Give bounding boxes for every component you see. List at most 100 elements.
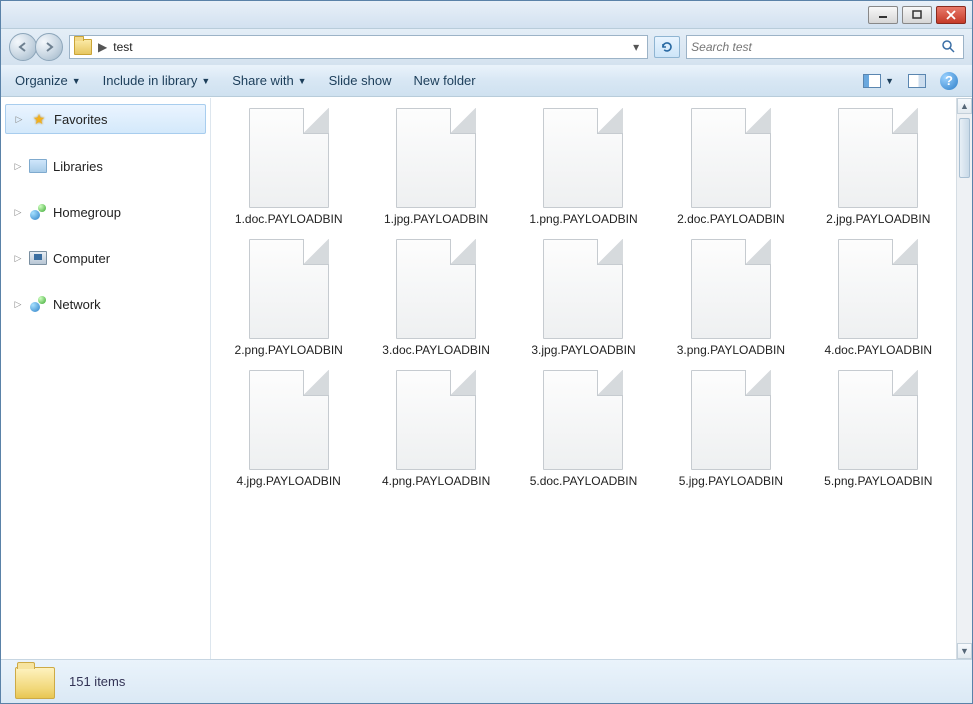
- file-item[interactable]: 3.doc.PAYLOADBIN: [364, 239, 507, 358]
- expand-icon[interactable]: ▷: [14, 114, 24, 125]
- file-name: 5.doc.PAYLOADBIN: [530, 474, 638, 489]
- item-count: 151 items: [69, 674, 125, 689]
- share-with-button[interactable]: Share with ▼: [232, 73, 306, 88]
- address-bar[interactable]: ▶ test ▾: [69, 35, 648, 59]
- file-item[interactable]: 4.png.PAYLOADBIN: [364, 370, 507, 489]
- organize-label: Organize: [15, 73, 68, 88]
- file-icon: [691, 108, 771, 208]
- scroll-thumb[interactable]: [959, 118, 970, 178]
- file-icon: [543, 370, 623, 470]
- content-pane: 1.doc.PAYLOADBIN 1.jpg.PAYLOADBIN 1.png.PA…: [211, 98, 972, 659]
- scroll-up-button[interactable]: ▲: [957, 98, 972, 114]
- search-input[interactable]: [691, 40, 931, 54]
- file-item[interactable]: 5.png.PAYLOADBIN: [807, 370, 950, 489]
- refresh-button[interactable]: [654, 36, 680, 58]
- main-area: ▷ ★ Favorites ▷ Libraries ▷ Homegroup ▷ Computer…: [1, 97, 972, 659]
- newfolder-label: New folder: [413, 73, 475, 88]
- nav-item-label: Favorites: [54, 112, 107, 127]
- view-icon: [863, 74, 881, 88]
- nav-item-libraries[interactable]: ▷ Libraries: [1, 152, 210, 180]
- file-item[interactable]: 1.jpg.PAYLOADBIN: [364, 108, 507, 227]
- file-item[interactable]: 2.png.PAYLOADBIN: [217, 239, 360, 358]
- file-icon: [691, 239, 771, 339]
- file-item[interactable]: 5.doc.PAYLOADBIN: [512, 370, 655, 489]
- expand-icon[interactable]: ▷: [13, 161, 23, 172]
- file-icon: [249, 108, 329, 208]
- expand-icon[interactable]: ▷: [13, 253, 23, 264]
- file-name: 3.png.PAYLOADBIN: [677, 343, 785, 358]
- file-item[interactable]: 1.doc.PAYLOADBIN: [217, 108, 360, 227]
- breadcrumb-folder[interactable]: test: [113, 40, 132, 54]
- file-name: 2.png.PAYLOADBIN: [235, 343, 343, 358]
- nav-item-favorites[interactable]: ▷ ★ Favorites: [5, 104, 206, 134]
- file-item[interactable]: 1.png.PAYLOADBIN: [512, 108, 655, 227]
- file-grid: 1.doc.PAYLOADBIN 1.jpg.PAYLOADBIN 1.png.PA…: [211, 98, 956, 499]
- file-icon: [838, 108, 918, 208]
- file-name: 3.doc.PAYLOADBIN: [382, 343, 490, 358]
- chevron-down-icon: ▼: [72, 76, 81, 86]
- file-name: 4.jpg.PAYLOADBIN: [237, 474, 341, 489]
- toolbar: Organize ▼ Include in library ▼ Share wi…: [1, 65, 972, 97]
- file-item[interactable]: 4.jpg.PAYLOADBIN: [217, 370, 360, 489]
- file-name: 5.jpg.PAYLOADBIN: [679, 474, 783, 489]
- help-button[interactable]: ?: [940, 72, 958, 90]
- nav-item-label: Network: [53, 297, 101, 312]
- file-item[interactable]: 2.doc.PAYLOADBIN: [659, 108, 802, 227]
- expand-icon[interactable]: ▷: [13, 207, 23, 218]
- file-name: 5.png.PAYLOADBIN: [824, 474, 932, 489]
- file-icon: [249, 239, 329, 339]
- network-icon: [29, 296, 47, 312]
- file-item[interactable]: 3.png.PAYLOADBIN: [659, 239, 802, 358]
- file-item[interactable]: 2.jpg.PAYLOADBIN: [807, 108, 950, 227]
- file-item[interactable]: 4.doc.PAYLOADBIN: [807, 239, 950, 358]
- slideshow-button[interactable]: Slide show: [329, 73, 392, 88]
- scroll-track[interactable]: [957, 114, 972, 643]
- chevron-down-icon: ▼: [885, 76, 894, 86]
- preview-pane-button[interactable]: [908, 74, 926, 88]
- organize-button[interactable]: Organize ▼: [15, 73, 81, 88]
- nav-item-computer[interactable]: ▷ Computer: [1, 244, 210, 272]
- file-icon: [396, 370, 476, 470]
- homegroup-icon: [29, 204, 47, 220]
- nav-item-label: Computer: [53, 251, 110, 266]
- close-button[interactable]: [936, 6, 966, 24]
- vertical-scrollbar[interactable]: ▲ ▼: [956, 98, 972, 659]
- back-button[interactable]: [9, 33, 37, 61]
- folder-icon: [15, 665, 55, 699]
- search-box[interactable]: [686, 35, 964, 59]
- address-row: ▶ test ▾: [1, 29, 972, 65]
- expand-icon[interactable]: ▷: [13, 299, 23, 310]
- nav-item-label: Libraries: [53, 159, 103, 174]
- search-icon[interactable]: [937, 39, 959, 56]
- new-folder-button[interactable]: New folder: [413, 73, 475, 88]
- status-bar: 151 items: [1, 659, 972, 703]
- file-icon: [543, 108, 623, 208]
- forward-button[interactable]: [35, 33, 63, 61]
- minimize-button[interactable]: [868, 6, 898, 24]
- breadcrumb-separator-icon: ▶: [98, 40, 107, 54]
- computer-icon: [29, 250, 47, 266]
- nav-item-homegroup[interactable]: ▷ Homegroup: [1, 198, 210, 226]
- chevron-down-icon: ▼: [201, 76, 210, 86]
- nav-item-network[interactable]: ▷ Network: [1, 290, 210, 318]
- maximize-button[interactable]: [902, 6, 932, 24]
- folder-icon: [74, 39, 92, 55]
- file-icon: [691, 370, 771, 470]
- nav-item-label: Homegroup: [53, 205, 121, 220]
- file-name: 1.png.PAYLOADBIN: [529, 212, 637, 227]
- file-name: 2.jpg.PAYLOADBIN: [826, 212, 930, 227]
- file-name: 3.jpg.PAYLOADBIN: [531, 343, 635, 358]
- address-drop-icon[interactable]: ▾: [629, 40, 643, 54]
- view-button[interactable]: ▼: [863, 74, 894, 88]
- file-name: 4.doc.PAYLOADBIN: [824, 343, 932, 358]
- file-icon: [396, 239, 476, 339]
- file-item[interactable]: 3.jpg.PAYLOADBIN: [512, 239, 655, 358]
- share-label: Share with: [232, 73, 293, 88]
- file-icon: [838, 370, 918, 470]
- file-item[interactable]: 5.jpg.PAYLOADBIN: [659, 370, 802, 489]
- star-icon: ★: [30, 111, 48, 127]
- scroll-down-button[interactable]: ▼: [957, 643, 972, 659]
- file-name: 4.png.PAYLOADBIN: [382, 474, 490, 489]
- file-name: 1.doc.PAYLOADBIN: [235, 212, 343, 227]
- include-library-button[interactable]: Include in library ▼: [103, 73, 211, 88]
